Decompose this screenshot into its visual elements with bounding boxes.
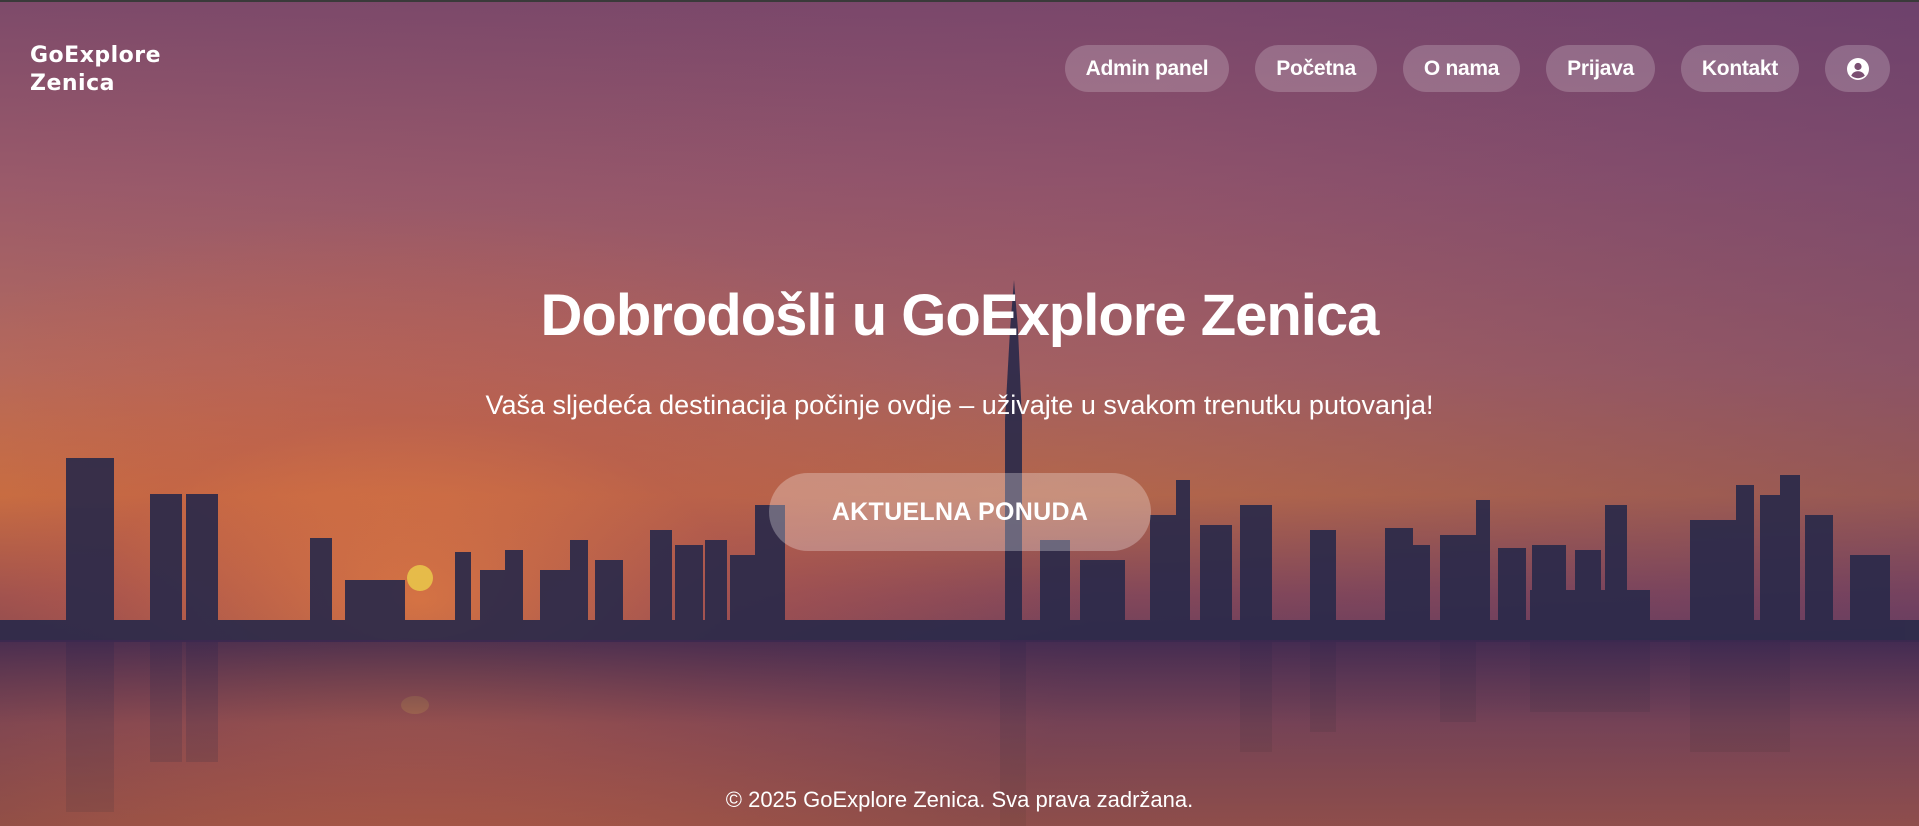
- hero-subtitle: Vaša sljedeća destinacija počinje ovdje …: [485, 390, 1434, 420]
- site-logo[interactable]: GoExplore Zenica: [30, 42, 200, 98]
- current-offer-button[interactable]: AKTUELNA PONUDA: [769, 473, 1151, 551]
- window-top-border: [0, 0, 1919, 2]
- user-circle-icon: [1846, 57, 1869, 80]
- main-navigation: Admin panel Početna O nama Prijava Konta…: [1064, 45, 1890, 92]
- nav-admin-panel[interactable]: Admin panel: [1064, 45, 1230, 92]
- nav-o-nama[interactable]: O nama: [1402, 45, 1521, 92]
- nav-prijava[interactable]: Prijava: [1546, 45, 1655, 92]
- hero-title: Dobrodošli u GoExplore Zenica: [540, 283, 1380, 348]
- profile-button[interactable]: [1825, 45, 1890, 92]
- nav-pocetna[interactable]: Početna: [1255, 45, 1377, 92]
- nav-kontakt[interactable]: Kontakt: [1680, 45, 1799, 92]
- footer-copyright: © 2025 GoExplore Zenica. Sva prava zadrž…: [725, 787, 1194, 812]
- hero-section: GoExplore Zenica Admin panel Početna O n…: [0, 0, 1919, 826]
